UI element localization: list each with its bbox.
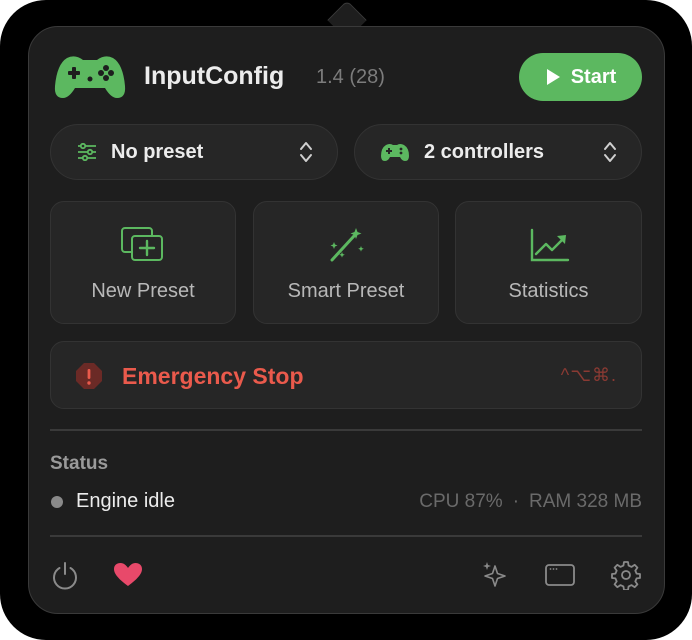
play-icon xyxy=(546,69,560,85)
emergency-stop-shortcut: ^⌥⌘. xyxy=(560,365,617,385)
start-button-label: Start xyxy=(570,65,617,88)
start-button[interactable]: Start xyxy=(519,53,642,101)
stop-octagon-icon xyxy=(76,363,102,389)
heart-icon[interactable] xyxy=(113,560,143,590)
divider xyxy=(50,535,642,537)
app-name: InputConfig xyxy=(144,62,285,90)
power-icon[interactable] xyxy=(50,560,80,590)
statistics-label: Statistics xyxy=(508,280,589,302)
chart-icon xyxy=(528,226,570,266)
sliders-icon xyxy=(78,143,96,161)
cpu-usage: CPU 87% xyxy=(419,491,503,512)
new-preset-icon xyxy=(120,226,166,266)
magic-wand-icon xyxy=(326,226,366,266)
window-icon[interactable] xyxy=(544,560,575,590)
emergency-stop-button[interactable]: Emergency Stop ^⌥⌘. xyxy=(50,341,642,409)
preset-selector-label: No preset xyxy=(111,140,204,163)
metrics-separator: · xyxy=(512,491,520,512)
preset-selector[interactable]: No preset xyxy=(50,124,338,180)
gamepad-logo-icon xyxy=(53,52,127,102)
smart-preset-label: Smart Preset xyxy=(287,280,405,302)
controllers-selector-label: 2 controllers xyxy=(424,140,545,163)
status-indicator-dot xyxy=(51,496,63,508)
statistics-tile[interactable]: Statistics xyxy=(455,201,642,324)
gear-icon[interactable] xyxy=(611,560,641,591)
ram-usage: RAM 328 MB xyxy=(529,491,642,512)
status-text: Engine idle xyxy=(76,490,175,512)
chevron-updown-icon xyxy=(604,142,616,162)
controllers-selector[interactable]: 2 controllers xyxy=(354,124,642,180)
emergency-stop-label: Emergency Stop xyxy=(122,363,304,389)
status-metrics: CPU 87% · RAM 328 MB xyxy=(419,491,642,513)
sparkles-icon[interactable] xyxy=(481,560,511,590)
status-heading: Status xyxy=(50,453,109,474)
chevron-updown-icon xyxy=(300,142,312,162)
new-preset-label: New Preset xyxy=(91,280,195,302)
app-version: 1.4 (28) xyxy=(316,66,385,88)
new-preset-tile[interactable]: New Preset xyxy=(50,201,236,324)
divider xyxy=(50,429,642,431)
gamepad-icon xyxy=(381,144,409,161)
smart-preset-tile[interactable]: Smart Preset xyxy=(253,201,439,324)
